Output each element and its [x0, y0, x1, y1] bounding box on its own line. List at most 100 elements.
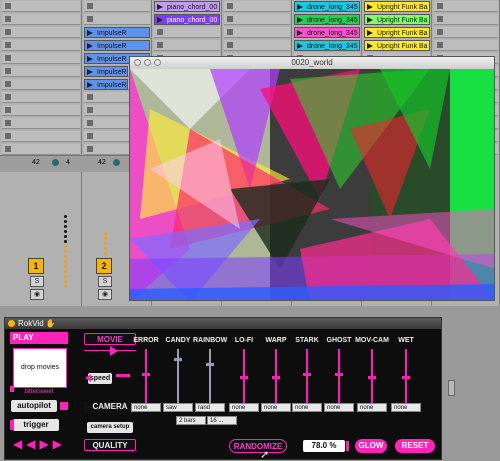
fx-slider[interactable]	[174, 349, 182, 409]
slider-knob[interactable]	[272, 376, 280, 379]
clip-slot[interactable]	[224, 14, 290, 25]
clip-upright[interactable]: Upright Funk Ba	[364, 40, 430, 51]
clip-impulse[interactable]: ImpulseR	[84, 79, 128, 90]
camera-button[interactable]: CAMERA	[84, 401, 136, 413]
clip-drone[interactable]: drone_long_345	[294, 40, 360, 51]
fx-slider[interactable]	[303, 349, 311, 409]
clip-slot[interactable]	[2, 79, 80, 90]
play-button[interactable]: PLAY	[10, 332, 68, 344]
clip-slot[interactable]	[2, 105, 80, 116]
fx-slider[interactable]	[142, 349, 150, 409]
percent-display[interactable]: 78.0 %	[303, 440, 345, 452]
track-volume[interactable]: 42	[98, 159, 106, 166]
fx-slider[interactable]	[206, 349, 214, 409]
randomize-button[interactable]: RANDOMIZE	[229, 439, 287, 453]
fx-select[interactable]: none	[229, 403, 259, 412]
pan-knob-icon[interactable]	[113, 159, 120, 166]
clip-impulse[interactable]: ImpulseR	[84, 66, 128, 77]
device-header[interactable]: RokVid ✋	[5, 318, 441, 329]
solo-button[interactable]: S	[98, 276, 112, 287]
arm-button[interactable]: ◉	[30, 289, 44, 300]
clip-slot[interactable]	[2, 66, 80, 77]
clip-impulse[interactable]: ImpulseR	[84, 40, 150, 51]
clip-slot[interactable]	[2, 14, 80, 25]
clip-drone[interactable]: drone_long_345	[294, 27, 360, 38]
clip-slot[interactable]	[2, 27, 80, 38]
solo-button[interactable]: S	[30, 276, 44, 287]
drop-movies-area[interactable]: drop movies	[13, 348, 67, 388]
clip-slot[interactable]	[2, 53, 80, 64]
bars-select[interactable]: 2 bars	[176, 416, 206, 425]
video-window[interactable]: 0020_world	[129, 56, 495, 301]
clip-slot[interactable]	[154, 27, 220, 38]
nav-arrows-icon[interactable]: ◀◀▶▶	[13, 437, 66, 451]
beats-select[interactable]: 16 ...	[207, 416, 237, 425]
fx-select[interactable]: saw	[163, 403, 193, 412]
slider-knob[interactable]	[303, 373, 311, 376]
arm-button[interactable]: ◉	[98, 289, 112, 300]
clip-impulse[interactable]: ImpulseR	[84, 27, 150, 38]
fx-select[interactable]: none	[131, 403, 161, 412]
clip-slot[interactable]	[2, 1, 80, 12]
minimize-icon[interactable]	[144, 59, 151, 66]
camera-setup-button[interactable]: camera setup	[87, 422, 133, 433]
fx-select[interactable]: none	[357, 403, 387, 412]
slider-knob[interactable]	[368, 376, 376, 379]
device-power-icon[interactable]	[8, 320, 15, 328]
clip-upright[interactable]: Upright Funk Ba	[364, 1, 430, 12]
clip-slot[interactable]	[224, 40, 290, 51]
slider-knob[interactable]	[240, 376, 248, 379]
clip-slot[interactable]	[2, 144, 80, 155]
clip-slot[interactable]	[154, 40, 220, 51]
clip-slot[interactable]	[434, 27, 498, 38]
clip-slot[interactable]	[84, 1, 150, 12]
clip-drone[interactable]: drone_long_345	[294, 1, 360, 12]
track-activator[interactable]: 1	[28, 258, 44, 274]
close-icon[interactable]	[134, 59, 141, 66]
glow-button[interactable]: GLOW	[355, 439, 387, 453]
fx-slider[interactable]	[402, 349, 410, 409]
clip-slot[interactable]	[2, 131, 80, 142]
autopilot-button[interactable]: autopilot	[11, 400, 57, 412]
scroll-handle[interactable]	[448, 380, 455, 396]
fx-select[interactable]: none	[292, 403, 322, 412]
fx-select[interactable]: rand	[195, 403, 225, 412]
pan-knob-icon[interactable]	[52, 159, 59, 166]
clip-slot[interactable]	[2, 40, 80, 51]
reset-button[interactable]: RESET	[395, 439, 435, 453]
slider-knob[interactable]	[402, 376, 410, 379]
clip-upright[interactable]: Upright Funk Ba	[364, 27, 430, 38]
clip-piano[interactable]: piano_chord_00	[154, 1, 220, 12]
track-send[interactable]: 4	[66, 159, 70, 166]
fx-slider[interactable]	[368, 349, 376, 409]
speed-left-arrow-icon[interactable]	[85, 374, 91, 382]
track-volume[interactable]: 42	[32, 159, 40, 166]
clip-slot[interactable]	[224, 1, 290, 12]
clip-slot[interactable]	[224, 27, 290, 38]
fx-select[interactable]: none	[261, 403, 291, 412]
quality-button[interactable]: QUALITY	[84, 439, 136, 451]
slider-knob[interactable]	[206, 363, 214, 366]
trigger-button[interactable]: trigger	[13, 419, 59, 431]
fx-select[interactable]: none	[324, 403, 354, 412]
fx-select[interactable]: none	[391, 403, 421, 412]
zoom-icon[interactable]	[154, 59, 161, 66]
track-activator[interactable]: 2	[96, 258, 112, 274]
clip-slot[interactable]	[2, 92, 80, 103]
slider-knob[interactable]	[142, 373, 150, 376]
clip-slot[interactable]	[2, 118, 80, 129]
prev-arrow-icon[interactable]	[10, 386, 14, 392]
clip-upright[interactable]: Upright Funk Ba	[364, 14, 430, 25]
clip-piano[interactable]: piano_chord_00	[154, 14, 220, 25]
fx-slider[interactable]	[240, 349, 248, 409]
clip-slot[interactable]	[84, 14, 150, 25]
clip-drone[interactable]: drone_long_345	[294, 14, 360, 25]
clip-slot[interactable]	[434, 40, 498, 51]
slider-knob[interactable]	[174, 358, 182, 361]
clip-slot[interactable]	[434, 1, 498, 12]
slider-knob[interactable]	[335, 373, 343, 376]
speed-button[interactable]: speed	[88, 373, 112, 384]
clip-slot[interactable]	[434, 14, 498, 25]
fx-slider[interactable]	[272, 349, 280, 409]
fx-slider[interactable]	[335, 349, 343, 409]
